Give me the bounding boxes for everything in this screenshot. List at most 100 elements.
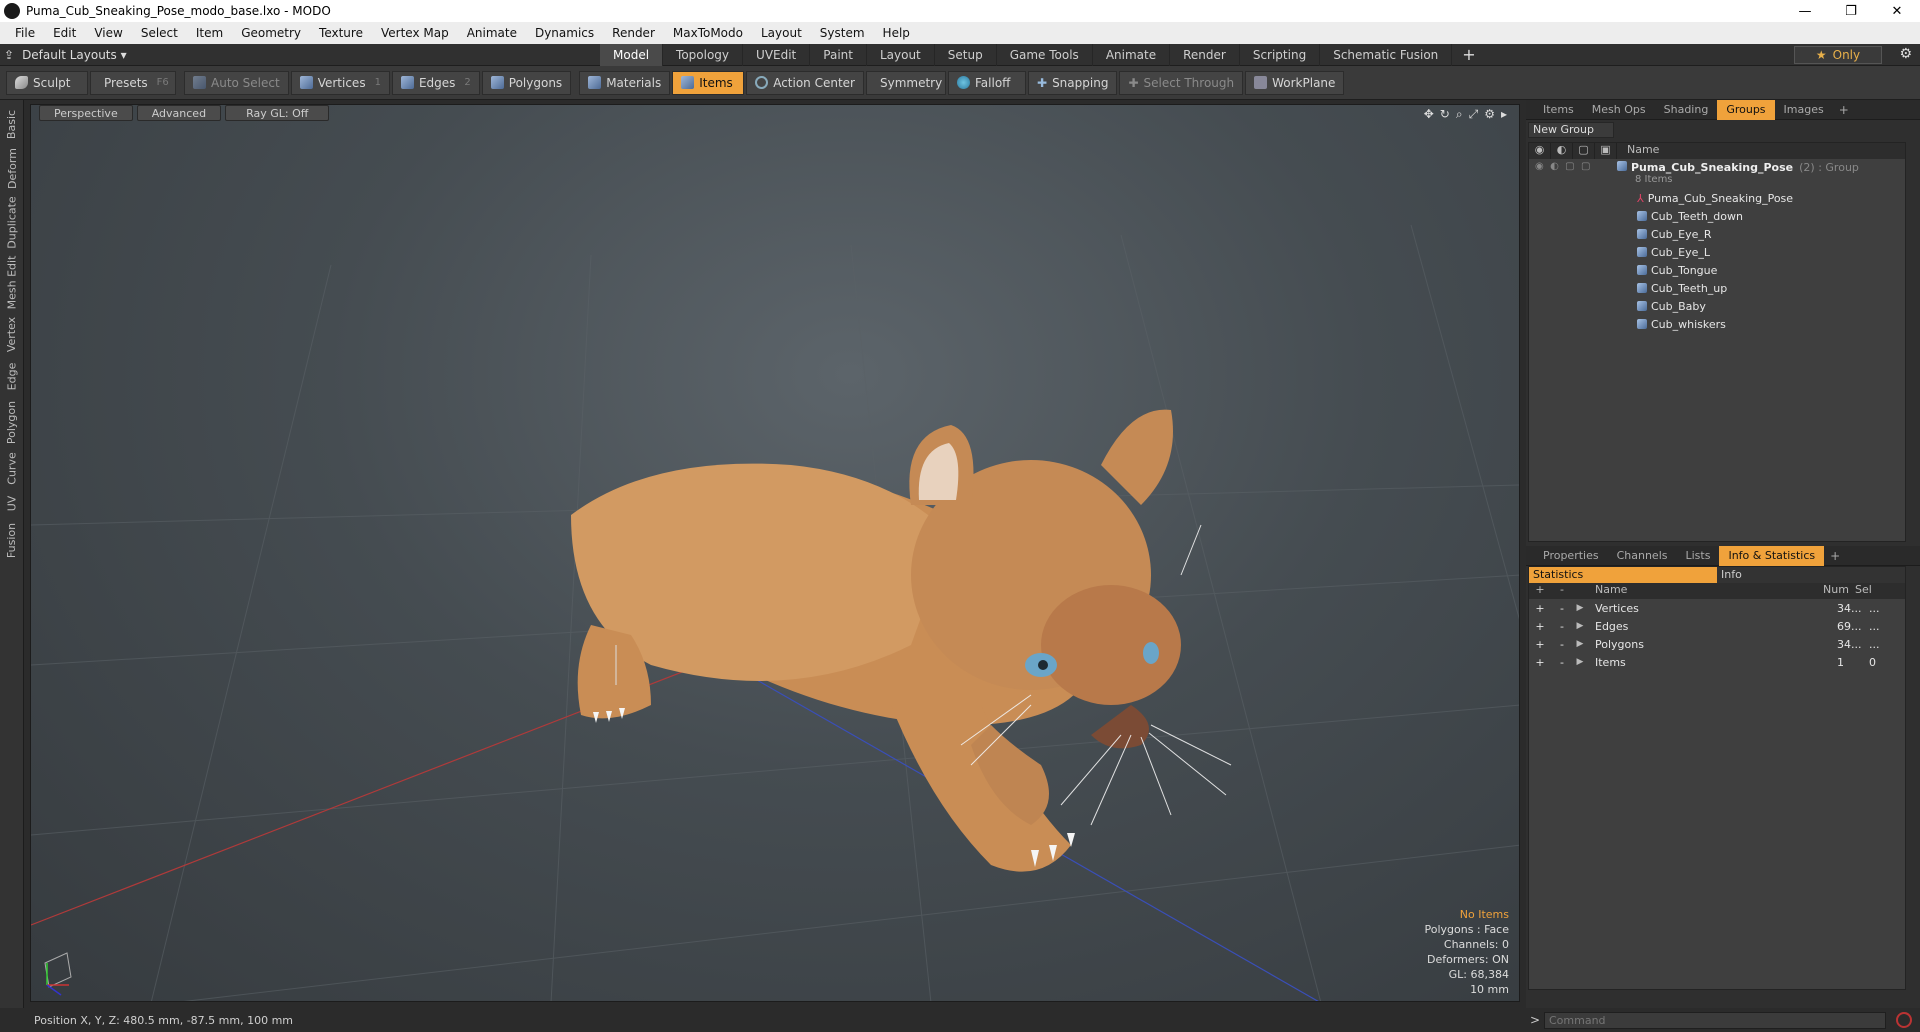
vtab-vertex[interactable]: Vertex: [0, 314, 24, 354]
select-icon[interactable]: ▣: [1595, 143, 1617, 159]
tab-render[interactable]: Render: [1170, 43, 1240, 66]
items-button[interactable]: Items: [672, 70, 745, 95]
group-row[interactable]: ◉ ◐ ▢ ▢ Puma_Cub_Sneaking_Pose (2) : Grou…: [1529, 159, 1905, 189]
auto-select-button[interactable]: Auto Select: [184, 70, 289, 95]
menu-geometry[interactable]: Geometry: [232, 26, 310, 40]
add-selection-button[interactable]: +: [1529, 602, 1551, 615]
list-item[interactable]: Cub_Tongue: [1529, 261, 1905, 279]
materials-button[interactable]: Materials: [579, 70, 671, 95]
only-toggle-button[interactable]: ★ Only: [1794, 46, 1882, 64]
tab-layout[interactable]: Layout: [867, 43, 935, 66]
vtab-duplicate[interactable]: Duplicate: [0, 194, 24, 250]
3d-viewport[interactable]: Perspective Advanced Ray GL: Off ✥ ↻ ⌕ ⤢…: [30, 104, 1520, 1002]
eye-icon[interactable]: ◉: [1529, 143, 1551, 159]
zoom-icon[interactable]: ⌕: [1456, 107, 1463, 122]
expand-arrow-icon[interactable]: ▸: [1501, 107, 1507, 122]
tab-items[interactable]: Items: [1534, 100, 1583, 120]
vtab-curve[interactable]: Curve: [0, 450, 24, 486]
remove-selection-button[interactable]: -: [1551, 602, 1573, 615]
tab-schematic-fusion[interactable]: Schematic Fusion: [1320, 43, 1453, 66]
tab-game-tools[interactable]: Game Tools: [997, 43, 1093, 66]
menu-item[interactable]: Item: [187, 26, 232, 40]
sculpt-button[interactable]: Sculpt: [6, 70, 88, 95]
group-visibility-toggles[interactable]: ◉ ◐ ▢ ▢: [1529, 161, 1617, 179]
table-row[interactable]: + - ▶ Polygons 34... ...: [1529, 635, 1905, 653]
tab-animate[interactable]: Animate: [1093, 43, 1171, 66]
perspective-dropdown[interactable]: Perspective: [39, 105, 133, 121]
symmetry-button[interactable]: Symmetry: [866, 70, 946, 95]
ray-gl-toggle[interactable]: Ray GL: Off: [225, 105, 330, 121]
list-item[interactable]: Cub_Teeth_up: [1529, 279, 1905, 297]
menu-animate[interactable]: Animate: [458, 26, 526, 40]
add-panel-tab-button[interactable]: +: [1833, 103, 1855, 117]
list-item[interactable]: Cub_Teeth_down: [1529, 207, 1905, 225]
tab-groups[interactable]: Groups: [1717, 99, 1775, 120]
tab-info-statistics[interactable]: Info & Statistics: [1719, 545, 1825, 566]
vtab-deform[interactable]: Deform: [0, 146, 24, 190]
viewport-gear-icon[interactable]: ⚙: [1484, 107, 1495, 122]
edges-button[interactable]: Edges 2: [391, 70, 480, 95]
menu-texture[interactable]: Texture: [310, 26, 372, 40]
add-selection-button[interactable]: +: [1529, 638, 1551, 651]
tab-uvedit[interactable]: UVEdit: [743, 43, 811, 66]
layout-selector[interactable]: ⇪ Default Layouts ▾: [0, 48, 600, 62]
subtab-statistics[interactable]: Statistics: [1529, 567, 1717, 583]
lock-icon[interactable]: ▢: [1573, 143, 1595, 159]
falloff-button[interactable]: Falloff: [948, 70, 1026, 95]
menu-file[interactable]: File: [6, 26, 44, 40]
table-row[interactable]: + - ▶ Edges 69... ...: [1529, 617, 1905, 635]
subtab-info[interactable]: Info: [1717, 567, 1905, 583]
menu-render[interactable]: Render: [603, 26, 664, 40]
command-input[interactable]: [1544, 1011, 1886, 1029]
table-row[interactable]: + - ▶ Items 1 0: [1529, 653, 1905, 671]
tab-lists[interactable]: Lists: [1677, 546, 1720, 566]
add-tab-button[interactable]: +: [1452, 45, 1485, 64]
expand-arrow-icon[interactable]: ▶: [1573, 621, 1587, 631]
table-row[interactable]: + - ▶ Vertices 34... ...: [1529, 599, 1905, 617]
remove-selection-button[interactable]: -: [1551, 656, 1573, 669]
vtab-basic[interactable]: Basic: [0, 104, 24, 144]
list-item[interactable]: ⅄ Puma_Cub_Sneaking_Pose: [1529, 189, 1905, 207]
close-button[interactable]: ✕: [1874, 0, 1920, 22]
rotate-icon[interactable]: ↻: [1440, 107, 1450, 122]
vtab-mesh-edit[interactable]: Mesh Edit: [0, 254, 24, 310]
vtab-fusion[interactable]: Fusion: [0, 520, 24, 560]
maximize-button[interactable]: ❐: [1828, 0, 1874, 22]
vtab-polygon[interactable]: Polygon: [0, 398, 24, 446]
menu-select[interactable]: Select: [132, 26, 187, 40]
pan-icon[interactable]: ✥: [1424, 107, 1434, 122]
remove-selection-button[interactable]: -: [1551, 620, 1573, 633]
action-center-button[interactable]: Action Center: [746, 70, 864, 95]
tab-properties[interactable]: Properties: [1534, 546, 1608, 566]
vertices-button[interactable]: Vertices 1: [290, 70, 390, 95]
menu-layout[interactable]: Layout: [752, 26, 811, 40]
tab-channels[interactable]: Channels: [1608, 546, 1677, 566]
expand-arrow-icon[interactable]: ▶: [1573, 657, 1587, 667]
tab-shading[interactable]: Shading: [1655, 100, 1718, 120]
vtab-edge[interactable]: Edge: [0, 358, 24, 394]
tab-paint[interactable]: Paint: [810, 43, 867, 66]
tab-mesh-ops[interactable]: Mesh Ops: [1583, 100, 1655, 120]
new-group-button[interactable]: New Group: [1528, 122, 1614, 138]
menu-system[interactable]: System: [811, 26, 874, 40]
add-selection-button[interactable]: +: [1529, 656, 1551, 669]
add-selection-button[interactable]: +: [1529, 620, 1551, 633]
menu-vertex-map[interactable]: Vertex Map: [372, 26, 458, 40]
advanced-dropdown[interactable]: Advanced: [136, 105, 222, 121]
add-properties-tab-button[interactable]: +: [1824, 549, 1846, 563]
menu-dynamics[interactable]: Dynamics: [526, 26, 603, 40]
fit-icon[interactable]: ⤢: [1469, 107, 1479, 122]
menu-maxtomodo[interactable]: MaxToModo: [664, 26, 752, 40]
list-item[interactable]: Cub_whiskers: [1529, 315, 1905, 333]
gear-icon[interactable]: ⚙: [1899, 46, 1912, 62]
remove-selection-button[interactable]: -: [1551, 638, 1573, 651]
tab-topology[interactable]: Topology: [663, 43, 744, 66]
workplane-button[interactable]: WorkPlane: [1245, 70, 1345, 95]
clear-command-icon[interactable]: [1896, 1012, 1912, 1028]
list-item[interactable]: Cub_Eye_L: [1529, 243, 1905, 261]
polygons-button[interactable]: Polygons: [481, 70, 572, 95]
expand-arrow-icon[interactable]: ▶: [1573, 639, 1587, 649]
snapping-button[interactable]: ✚ Snapping: [1028, 70, 1118, 95]
list-item[interactable]: Cub_Eye_R: [1529, 225, 1905, 243]
render-icon[interactable]: ◐: [1551, 143, 1573, 159]
